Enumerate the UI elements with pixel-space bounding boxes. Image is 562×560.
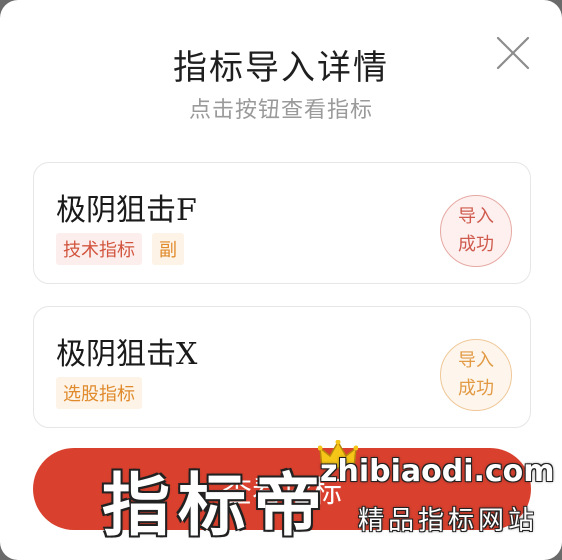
- view-indicators-label: 查看指标: [222, 475, 342, 510]
- tag-stock-selection: 选股指标: [56, 377, 142, 409]
- stamp-line-2: 成功: [458, 234, 494, 255]
- stamp-line-1: 导入: [458, 206, 494, 227]
- import-details-dialog: 指标导入详情 点击按钮查看指标 极阴狙击F 技术指标 副 导入 成功 极阴狙击X…: [0, 0, 562, 560]
- indicator-card-1[interactable]: 极阴狙击F 技术指标 副 导入 成功: [33, 162, 531, 284]
- close-icon: [496, 36, 530, 70]
- tag-technical: 技术指标: [56, 233, 142, 265]
- tag-sub: 副: [152, 233, 184, 265]
- indicator-name: 极阴狙击F: [56, 193, 197, 228]
- indicator-tags: 技术指标 副: [56, 233, 184, 265]
- stamp-line-2: 成功: [458, 378, 494, 399]
- indicator-tags: 选股指标: [56, 377, 142, 409]
- import-success-stamp: 导入 成功: [440, 339, 512, 411]
- indicator-name: 极阴狙击X: [56, 337, 198, 372]
- close-button[interactable]: [494, 34, 532, 72]
- indicator-card-2[interactable]: 极阴狙击X 选股指标 导入 成功: [33, 306, 531, 428]
- import-success-stamp: 导入 成功: [440, 195, 512, 267]
- view-indicators-button[interactable]: 查看指标: [33, 448, 531, 530]
- dialog-title: 指标导入详情: [173, 48, 389, 88]
- stamp-line-1: 导入: [458, 350, 494, 371]
- dialog-subtitle: 点击按钮查看指标: [188, 98, 373, 123]
